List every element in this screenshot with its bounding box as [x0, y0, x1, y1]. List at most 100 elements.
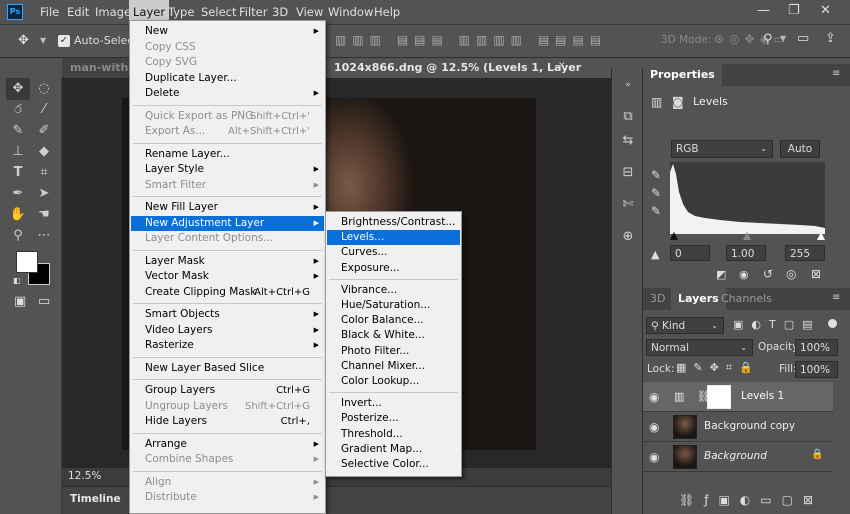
black-point-eyedropper-icon[interactable]: ✎: [651, 168, 661, 182]
search-icon[interactable]: ⚲: [763, 32, 773, 47]
menu-item-rename-layer[interactable]: Rename Layer...: [131, 147, 324, 162]
menu-item-invert[interactable]: Invert...: [327, 396, 460, 411]
layer-name[interactable]: Background: [704, 450, 767, 462]
layer-row-background-copy[interactable]: ◉ Background copy: [643, 412, 833, 442]
menu-item-brightness-contrast[interactable]: Brightness/Contrast...: [327, 215, 460, 230]
menu-item-exposure[interactable]: Exposure...: [327, 261, 460, 276]
expand-panels-icon[interactable]: »: [619, 76, 637, 94]
menu-item-duplicate-layer[interactable]: Duplicate Layer...: [131, 71, 324, 86]
clip-to-layer-icon[interactable]: ◩: [716, 268, 726, 281]
visibility-eye-icon[interactable]: ◉: [649, 420, 659, 434]
auto-button[interactable]: Auto: [780, 140, 820, 158]
menu-item-group-layers[interactable]: Group Layers Ctrl+G: [131, 383, 324, 398]
menu-item-new[interactable]: New ▶: [131, 24, 324, 39]
screen-mode-icon[interactable]: ▭: [38, 294, 50, 309]
doc-tab-active[interactable]: 1024x866.dng @ 12.5% (Levels 1, Layer Ma…: [326, 58, 611, 94]
tab-properties[interactable]: Properties: [643, 64, 722, 86]
layer-name[interactable]: Levels 1: [741, 390, 784, 402]
workspace-icon[interactable]: ▭: [797, 31, 809, 46]
view-previous-icon[interactable]: ◉: [739, 268, 749, 281]
close-button[interactable]: ✕: [820, 3, 831, 18]
more-tools-icon[interactable]: ⋯: [32, 225, 56, 247]
layer-action-icons[interactable]: ⛓ƒ▣◐▭▢⊠: [679, 493, 823, 507]
panel-menu-icon[interactable]: ≡: [832, 292, 840, 303]
brushes-icon[interactable]: ✄: [619, 196, 637, 214]
zoom-level[interactable]: 12.5%: [68, 470, 101, 482]
menu-item-smart-objects[interactable]: Smart Objects ▶: [131, 307, 324, 322]
auto-select-checkbox[interactable]: ✓: [58, 35, 70, 47]
menu-item-new-adjustment-layer[interactable]: New Adjustment Layer ▶: [131, 215, 324, 231]
foreground-color-swatch[interactable]: [16, 251, 38, 273]
align-icons[interactable]: ▥▥▥ ▤▤▤ ▥▥▥▥ ▤▤▤▤: [335, 33, 607, 47]
filter-type-icons[interactable]: ▣◐T▢▤: [733, 318, 821, 331]
eraser-tool-icon[interactable]: ◆: [32, 141, 56, 163]
fill-field[interactable]: 100%: [795, 361, 838, 378]
menu-item-channel-mixer[interactable]: Channel Mixer...: [327, 359, 460, 374]
3d-mode-icons[interactable]: ⊛◎✥◈▭: [714, 32, 790, 46]
close-tab-icon[interactable]: ✕: [558, 61, 566, 71]
gray-point-eyedropper-icon[interactable]: ✎: [651, 186, 661, 200]
menu-item-vector-mask[interactable]: Vector Mask ▶: [131, 269, 324, 284]
menu-item-gradient-map[interactable]: Gradient Map...: [327, 442, 460, 457]
hand-tool-icon[interactable]: ☚: [32, 204, 56, 226]
chevron-down-icon[interactable]: ▼: [40, 36, 46, 45]
menu-item-arrange[interactable]: Arrange ▶: [131, 437, 324, 452]
white-point-eyedropper-icon[interactable]: ✎: [651, 204, 661, 218]
tab-channels[interactable]: Channels: [714, 288, 779, 310]
panel-menu-icon[interactable]: ≡: [832, 68, 840, 79]
menu-item-curves[interactable]: Curves...: [327, 245, 460, 260]
menu-item-hue-saturation[interactable]: Hue/Saturation...: [327, 298, 460, 313]
clipping-warning-icon[interactable]: ▲: [651, 248, 659, 261]
history-icon[interactable]: ⧉: [619, 108, 637, 126]
menu-item-delete[interactable]: Delete ▶: [131, 86, 324, 101]
path-select-icon[interactable]: ➤: [32, 183, 56, 205]
blend-mode-select[interactable]: Normal ⌄: [646, 339, 753, 356]
layer-name[interactable]: Background copy: [704, 420, 795, 432]
reset-icon[interactable]: ↺: [763, 267, 773, 281]
marquee-tool-icon[interactable]: ◌: [32, 78, 56, 100]
menu-item-color-lookup[interactable]: Color Lookup...: [327, 374, 460, 389]
menu-item-color-balance[interactable]: Color Balance...: [327, 313, 460, 328]
share-icon[interactable]: ⇪: [825, 31, 836, 46]
brush-tool-icon[interactable]: ✐: [32, 120, 56, 142]
channel-select[interactable]: RGB ⌄: [671, 140, 773, 158]
lasso-tool-icon[interactable]: ර: [6, 99, 30, 121]
eyedropper-tool-icon[interactable]: ✎: [6, 120, 30, 142]
menu-item-black-white[interactable]: Black & White...: [327, 328, 460, 343]
layer-mask-thumbnail[interactable]: [707, 385, 731, 409]
visibility-icon[interactable]: ◎: [786, 267, 796, 281]
filter-toggle[interactable]: [828, 319, 837, 328]
quick-mask-icon[interactable]: ▣: [14, 294, 26, 309]
chevron-down-icon[interactable]: ▼: [780, 34, 786, 43]
menu-item-new-layer-based-slice[interactable]: New Layer Based Slice: [131, 361, 324, 376]
delete-icon[interactable]: ⊠: [811, 267, 821, 281]
move-tool-icon[interactable]: ✥: [6, 78, 30, 100]
maximize-button[interactable]: ❐: [788, 3, 800, 18]
type-tool-icon[interactable]: T: [6, 162, 30, 184]
swatches-icon[interactable]: ⊕: [619, 228, 637, 246]
visibility-eye-icon[interactable]: ◉: [649, 390, 659, 404]
menu-item-layer-mask[interactable]: Layer Mask ▶: [131, 254, 324, 269]
mask-icon[interactable]: ◙: [672, 95, 684, 109]
default-colors-icon[interactable]: ◧: [13, 276, 21, 285]
menu-item-new-fill-layer[interactable]: New Fill Layer ▶: [131, 200, 324, 215]
menu-item-layer-style[interactable]: Layer Style ▶: [131, 162, 324, 177]
crop-tool-icon[interactable]: ⌗: [32, 162, 56, 184]
menu-item-vibrance[interactable]: Vibrance...: [327, 283, 460, 298]
zoom-tool-icon[interactable]: ⚲: [6, 225, 30, 247]
menu-item-selective-color[interactable]: Selective Color...: [327, 457, 460, 472]
menu-item-create-clipping-mask[interactable]: Create Clipping Mask Alt+Ctrl+G: [131, 285, 324, 300]
input-sliders[interactable]: [670, 232, 825, 240]
pen-tool-icon[interactable]: ✒: [6, 183, 30, 205]
menu-help[interactable]: Help: [370, 0, 404, 24]
move-tool-icon[interactable]: ✥: [18, 33, 29, 48]
layer-filter-select[interactable]: ⚲ Kind ⌄: [646, 317, 724, 334]
layer-row-background[interactable]: ◉ Background 🔒: [643, 442, 833, 472]
lock-icons[interactable]: ▦✎✥⌗🔒: [676, 361, 760, 375]
layer-thumbnail[interactable]: [673, 445, 697, 469]
input-white-field[interactable]: 255: [785, 245, 825, 261]
timeline-tab[interactable]: Timeline: [70, 493, 121, 505]
menu-file[interactable]: File: [36, 0, 63, 24]
input-gamma-field[interactable]: 1.00: [726, 245, 766, 261]
opacity-field[interactable]: 100%: [795, 339, 838, 356]
